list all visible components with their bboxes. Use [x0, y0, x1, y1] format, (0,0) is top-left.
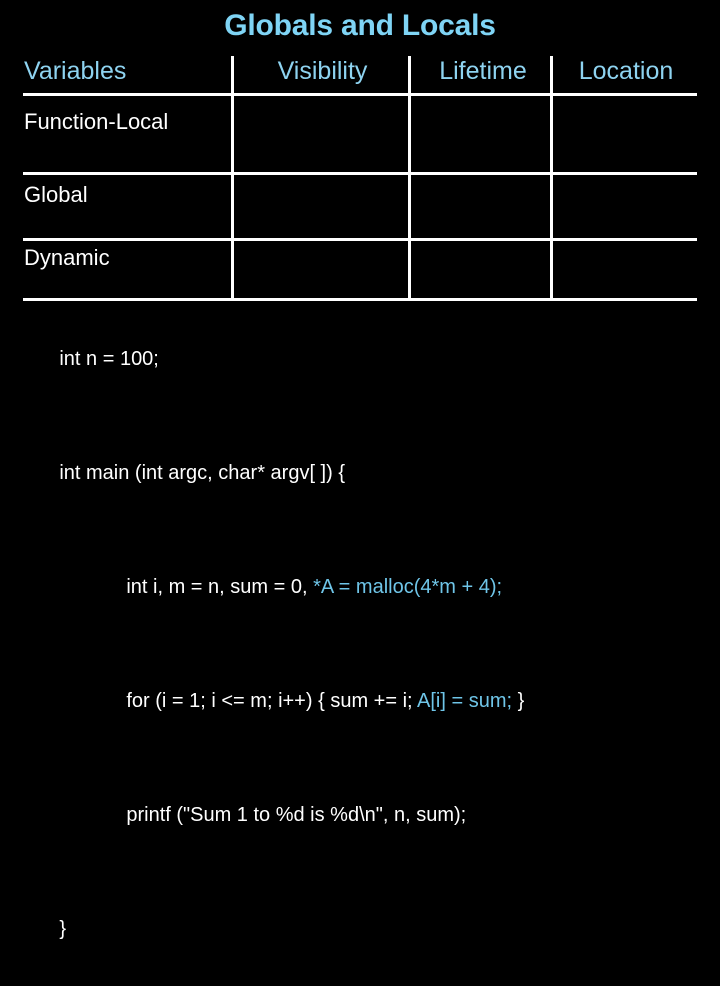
slide-canvas: Globals and Locals Variables Visibility …	[0, 0, 720, 940]
table-column-header-location: Location	[578, 57, 674, 85]
code-text-plain: int n = 100;	[59, 348, 159, 370]
table-divider-1	[231, 56, 234, 301]
table-divider-2	[408, 56, 411, 301]
table-cell-dynamic-visibility	[237, 245, 402, 293]
globals-locals-table: Variables Visibility Lifetime Location F…	[23, 52, 697, 301]
table-cell-function-local-visibility	[237, 109, 402, 164]
table-rule-row3-bottom	[23, 298, 697, 301]
code-text-plain: }	[59, 918, 67, 940]
code-text-plain: int i, m = n, sum = 0,	[126, 576, 314, 598]
code-line: }	[26, 872, 716, 986]
code-line: int n = 100;	[26, 302, 716, 416]
page-title: Globals and Locals	[224, 9, 496, 42]
table-cell-function-local-lifetime	[414, 109, 544, 164]
code-line: printf ("Sum 1 to %d is %d\n", n, sum);	[26, 758, 716, 872]
code-line: int i, m = n, sum = 0, *A = malloc(4*m +…	[26, 530, 716, 644]
code-text-plain: printf ("Sum 1 to %d is %d\n", n, sum);	[126, 804, 467, 826]
code-line: for (i = 1; i <= m; i++) { sum += i; A[i…	[26, 644, 716, 758]
code-text-highlight: A[i] = sum;	[417, 690, 513, 712]
code-text-highlight: *A = malloc(4*m + 4);	[313, 576, 503, 598]
table-column-header-variables: Variables	[24, 57, 127, 85]
table-column-header-lifetime: Lifetime	[439, 57, 527, 85]
table-divider-3	[550, 56, 553, 301]
code-block: int n = 100; int main (int argc, char* a…	[26, 302, 716, 986]
table-cell-dynamic-location	[556, 245, 694, 293]
code-text-tail: }	[512, 690, 525, 712]
code-text-plain: for (i = 1; i <= m; i++) { sum += i;	[126, 690, 418, 712]
table-rule-row1-bottom	[23, 172, 697, 175]
code-text-plain: int main (int argc, char* argv[ ]) {	[59, 462, 346, 484]
table-cell-global-lifetime	[414, 182, 544, 230]
table-rule-header-bottom	[23, 93, 697, 96]
table-column-header-visibility: Visibility	[277, 57, 368, 85]
table-rule-row2-bottom	[23, 238, 697, 241]
table-row-label-global: Global	[24, 182, 88, 207]
table-row-label-dynamic: Dynamic	[24, 245, 110, 270]
table-cell-global-location	[556, 182, 694, 230]
table-cell-function-local-location	[556, 109, 694, 164]
table-cell-dynamic-lifetime	[414, 245, 544, 293]
table-cell-global-visibility	[237, 182, 402, 230]
table-row-label-function-local: Function-Local	[24, 109, 169, 134]
code-line: int main (int argc, char* argv[ ]) {	[26, 416, 716, 530]
